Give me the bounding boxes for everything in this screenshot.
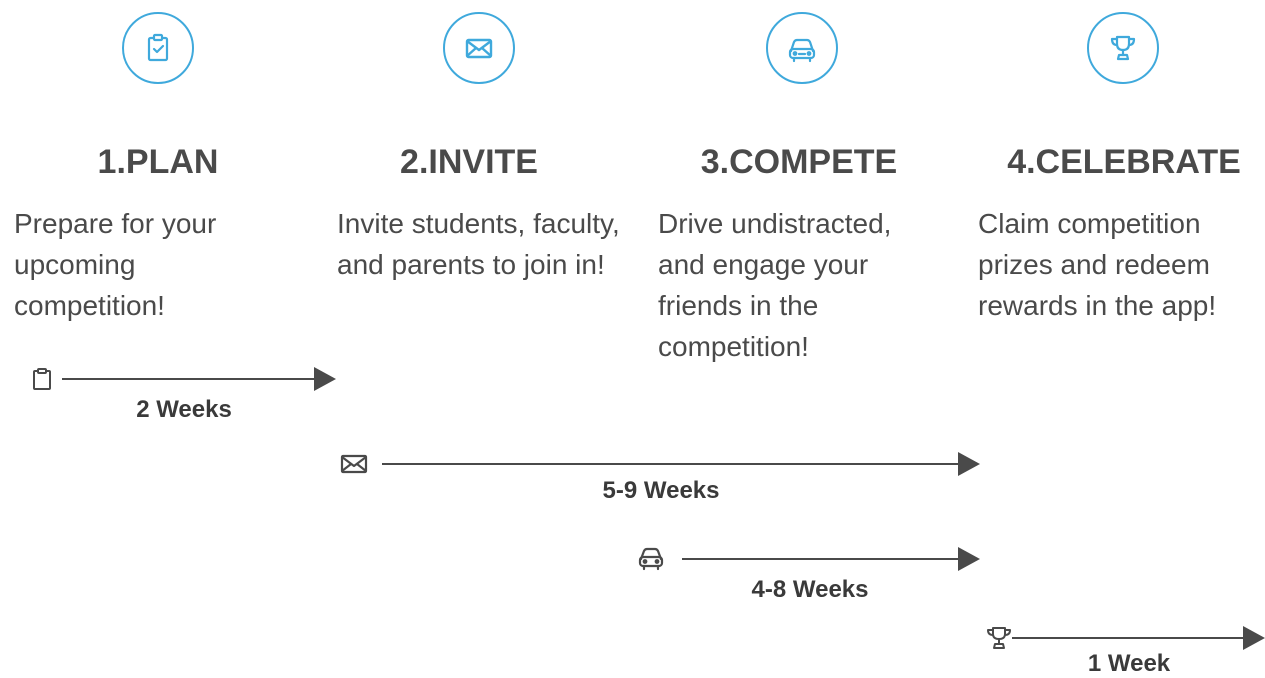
step-title-compete: 3.COMPETE	[700, 143, 898, 181]
compete-car-icon	[766, 12, 838, 84]
invite-envelope-icon	[443, 12, 515, 84]
timeline-label-compete: 4-8 Weeks	[751, 576, 869, 603]
timeline-line-compete	[682, 558, 960, 560]
timeline-label-plan: 2 Weeks	[136, 396, 232, 423]
step-title-plan: 1.PLAN	[97, 143, 219, 181]
timeline-arrowhead-plan	[314, 367, 336, 391]
celebrate-trophy-icon	[1087, 12, 1159, 84]
timeline-car-icon	[638, 547, 664, 571]
timeline-line-celebrate	[1012, 637, 1246, 639]
timeline-line-plan	[62, 378, 318, 380]
step-title-invite: 2.INVITE	[400, 143, 538, 181]
step-desc-compete: Drive undistracted, and engage your frie…	[658, 208, 892, 362]
step-desc-invite: Invite students, faculty, and parents to…	[337, 208, 620, 280]
timeline-clipboard-icon	[33, 368, 51, 390]
step-desc-celebrate: Claim competition prizes and redeem rewa…	[978, 208, 1217, 321]
step-desc-plan: Prepare for your upcoming competition!	[14, 208, 217, 321]
timeline-arrowhead-compete	[958, 547, 980, 571]
plan-clipboard-icon	[122, 12, 194, 84]
step-title-celebrate: 4.CELEBRATE	[1007, 143, 1241, 181]
timeline-line-invite	[382, 463, 960, 465]
timeline-arrowhead-invite	[958, 452, 980, 476]
timeline-label-celebrate: 1 Week	[1087, 650, 1171, 677]
timeline-envelope-icon	[340, 454, 368, 474]
timeline-label-invite: 5-9 Weeks	[602, 477, 720, 504]
timeline-arrowhead-celebrate	[1243, 626, 1265, 650]
timeline-trophy-icon	[987, 627, 1011, 649]
